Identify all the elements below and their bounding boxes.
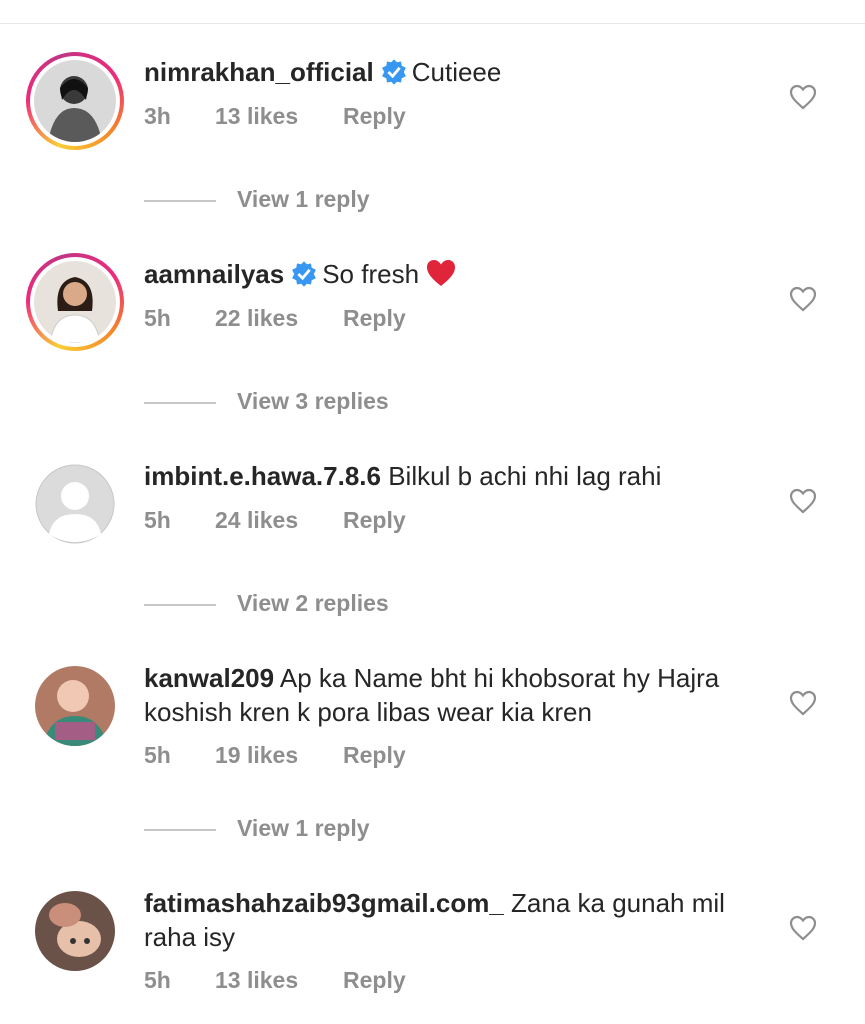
comment-time: 5h <box>144 742 171 768</box>
reply-button[interactable]: Reply <box>343 305 406 332</box>
reply-button[interactable]: Reply <box>343 967 406 994</box>
comment-text: Cutieee <box>411 57 502 87</box>
comment-likes[interactable]: 13 likes <box>215 967 298 994</box>
verified-badge-icon <box>292 261 317 287</box>
avatar[interactable] <box>35 464 115 544</box>
comment-username[interactable]: aamnailyas <box>144 259 284 289</box>
avatar[interactable] <box>35 666 115 746</box>
avatar[interactable] <box>26 253 124 351</box>
comment-likes[interactable]: 24 likes <box>215 507 298 534</box>
heart-like-icon[interactable] <box>789 286 817 312</box>
comment-time: 5h <box>144 967 171 993</box>
comment-time: 5h <box>144 305 171 331</box>
profile-photo-icon <box>34 60 116 142</box>
divider-line <box>144 604 216 606</box>
reply-button[interactable]: Reply <box>343 103 406 130</box>
comment-username[interactable]: fatimashahzaib93gmail.com_ <box>144 888 504 918</box>
divider-line <box>144 829 216 831</box>
profile-photo-icon <box>35 666 115 746</box>
heart-like-icon[interactable] <box>789 84 817 110</box>
red-heart-emoji-icon <box>427 260 456 286</box>
reply-button[interactable]: Reply <box>343 742 406 769</box>
comment-time: 3h <box>144 103 171 129</box>
comment-time: 5h <box>144 507 171 533</box>
comment-text: Bilkul b achi nhi lag rahi <box>388 461 662 491</box>
comment-username[interactable]: kanwal209 <box>144 663 274 693</box>
default-avatar-icon <box>35 464 115 544</box>
profile-photo-icon <box>35 891 115 971</box>
verified-badge-icon <box>381 59 406 85</box>
view-replies-label[interactable]: View 2 replies <box>237 590 389 617</box>
view-replies-label[interactable]: View 3 replies <box>237 388 389 415</box>
divider-line <box>144 200 216 202</box>
heart-like-icon[interactable] <box>789 915 817 941</box>
comment-text: So fresh <box>322 259 420 289</box>
divider-line <box>144 402 216 404</box>
comment-likes[interactable]: 19 likes <box>215 742 298 769</box>
comment-likes[interactable]: 22 likes <box>215 305 298 332</box>
view-replies-label[interactable]: View 1 reply <box>237 815 370 842</box>
reply-button[interactable]: Reply <box>343 507 406 534</box>
avatar[interactable] <box>26 52 124 150</box>
heart-like-icon[interactable] <box>789 488 817 514</box>
avatar[interactable] <box>35 891 115 971</box>
profile-photo-icon <box>34 261 116 343</box>
comment-username[interactable]: imbint.e.hawa.7.8.6 <box>144 461 381 491</box>
comment-username[interactable]: nimrakhan_official <box>144 57 374 87</box>
comment-likes[interactable]: 13 likes <box>215 103 298 130</box>
heart-like-icon[interactable] <box>789 690 817 716</box>
top-divider <box>0 23 865 24</box>
view-replies-label[interactable]: View 1 reply <box>237 186 370 213</box>
